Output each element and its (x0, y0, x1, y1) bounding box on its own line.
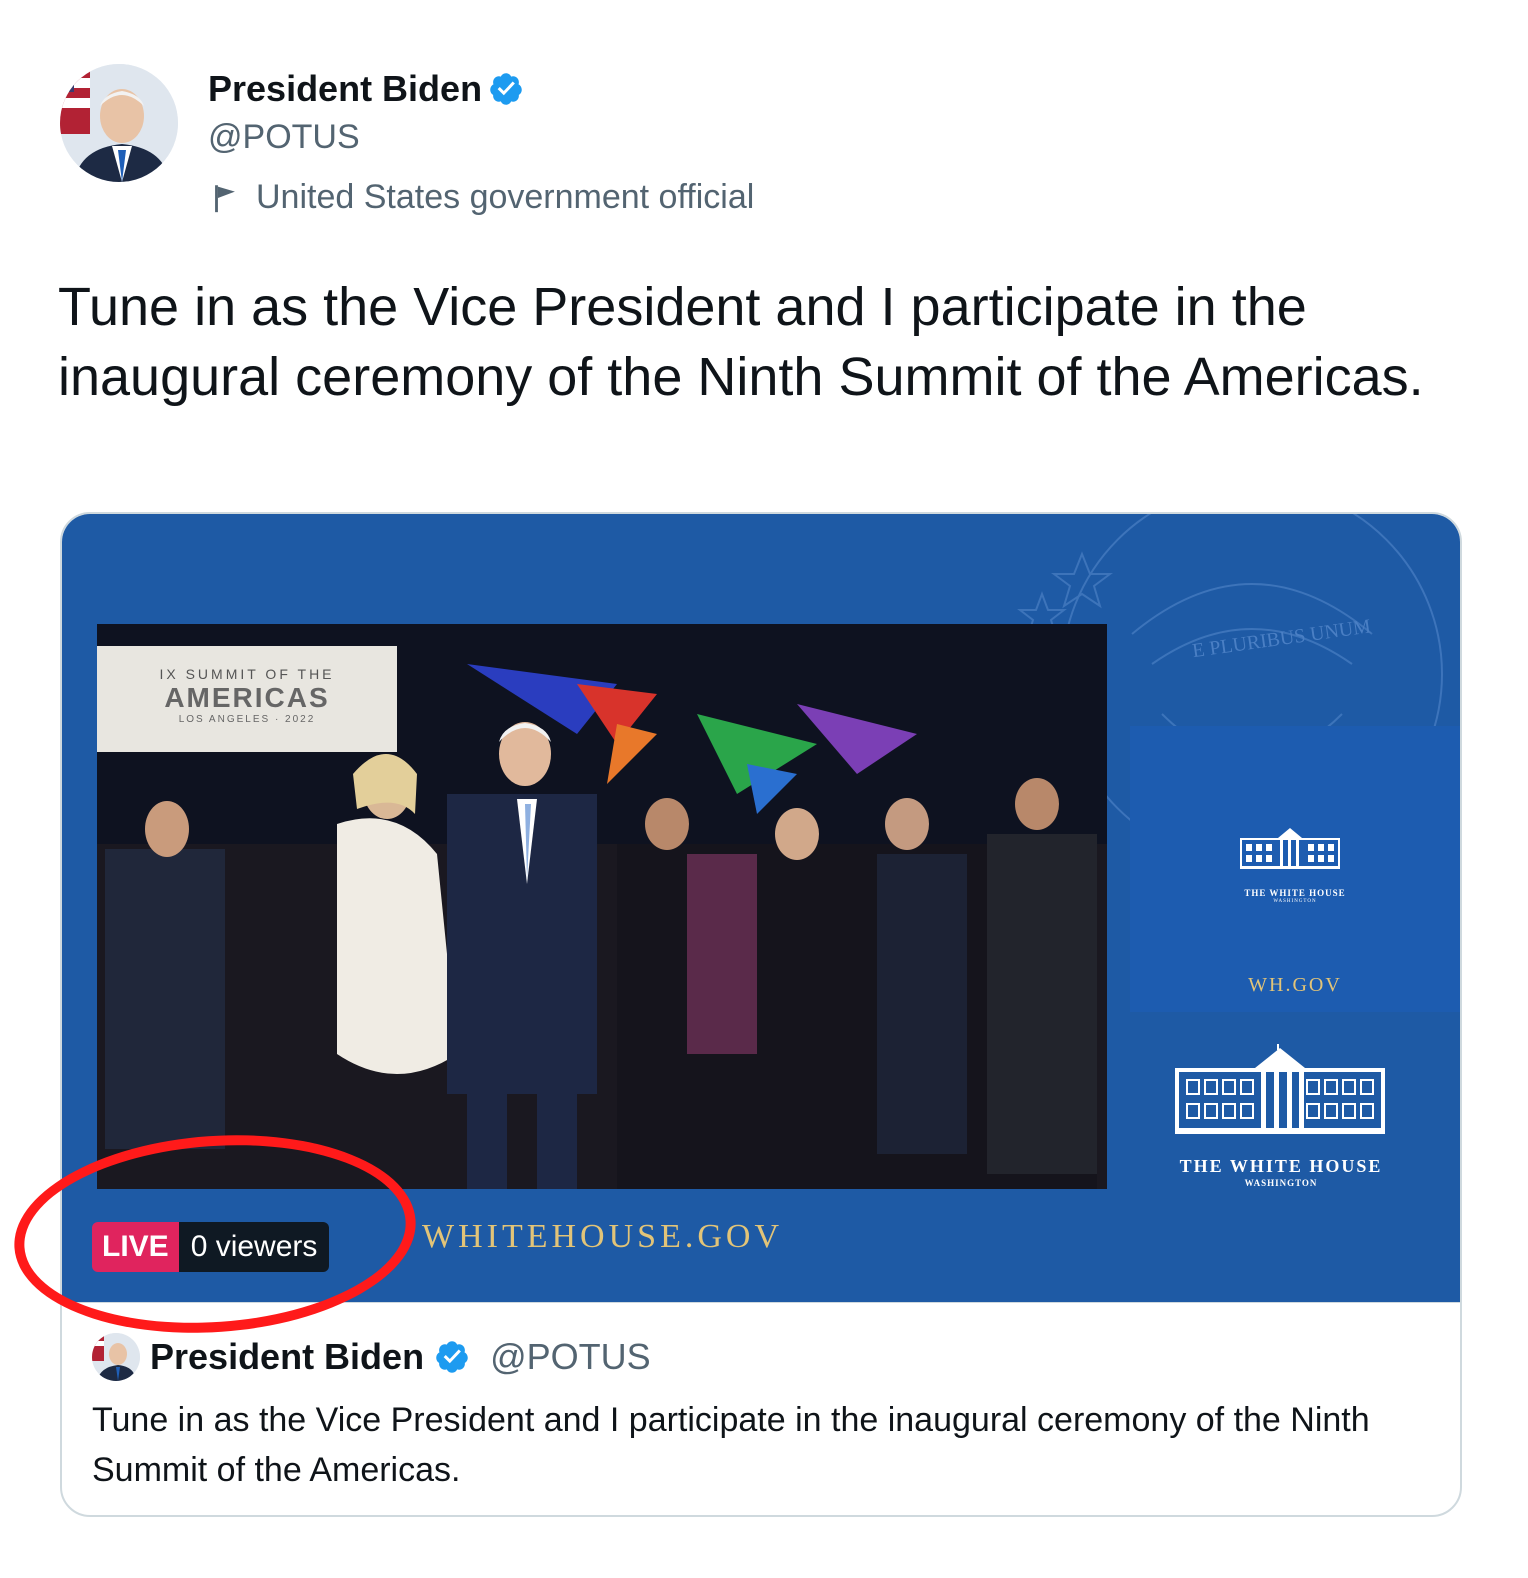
card-author-row: President Biden @POTUS (92, 1333, 651, 1381)
author-name-text: President Biden (208, 68, 483, 109)
wh-title: THE WHITE HOUSE (1179, 1156, 1383, 1176)
author-name[interactable]: President Biden (208, 68, 524, 110)
live-label: LIVE (92, 1222, 179, 1272)
card-avatar-photo (92, 1333, 140, 1381)
white-house-icon (1175, 1044, 1385, 1134)
wh-small-sub: WASHINGTON (1273, 899, 1317, 904)
wh-gov-panel: THE WHITE HOUSE WASHINGTON WH.GOV (1130, 726, 1460, 1012)
card-avatar[interactable] (92, 1333, 140, 1381)
flag-icon (215, 184, 235, 212)
white-house-small-icon (1240, 828, 1340, 869)
author-handle[interactable]: @POTUS (208, 118, 360, 157)
avatar[interactable] (60, 64, 178, 182)
video-player[interactable]: E PLURIBUS UNUM IX SUMMIT OF THE AMERICA… (62, 514, 1460, 1302)
card-footer[interactable]: President Biden @POTUS Tune in as the Vi… (62, 1302, 1460, 1515)
live-badge: LIVE 0 viewers (92, 1222, 330, 1272)
video-frame: IX SUMMIT OF THE AMERICAS LOS ANGELES · … (97, 624, 1107, 1189)
government-label: United States government official (208, 178, 754, 217)
tweet-text: Tune in as the Vice President and I part… (58, 277, 1424, 407)
government-label-text: United States government official (256, 178, 755, 216)
summit-banner: IX SUMMIT OF THE AMERICAS LOS ANGELES · … (97, 646, 397, 752)
avatar-photo (60, 64, 178, 182)
wh-small-title: THE WHITE HOUSE (1244, 888, 1346, 898)
banner-line1: IX SUMMIT OF THE (159, 666, 335, 682)
wh-subtitle: WASHINGTON (1244, 1178, 1318, 1188)
wh-gov-text: WH.GOV (1248, 974, 1342, 996)
verified-badge-icon (490, 73, 522, 105)
banner-line3: LOS ANGELES · 2022 (178, 714, 316, 725)
whitehouse-gov-text: WHITEHOUSE.GOV (422, 1218, 784, 1255)
banner-line2: AMERICAS (164, 682, 330, 713)
card-author-name[interactable]: President Biden (150, 1336, 424, 1378)
card-verified-badge-icon (436, 1341, 468, 1373)
card-description: Tune in as the Vice President and I part… (92, 1401, 1370, 1489)
broadcast-card[interactable]: E PLURIBUS UNUM IX SUMMIT OF THE AMERICA… (60, 512, 1462, 1517)
seal-motto: E PLURIBUS UNUM (1191, 615, 1373, 662)
card-author-handle[interactable]: @POTUS (490, 1336, 651, 1378)
viewer-count: 0 viewers (178, 1222, 330, 1272)
